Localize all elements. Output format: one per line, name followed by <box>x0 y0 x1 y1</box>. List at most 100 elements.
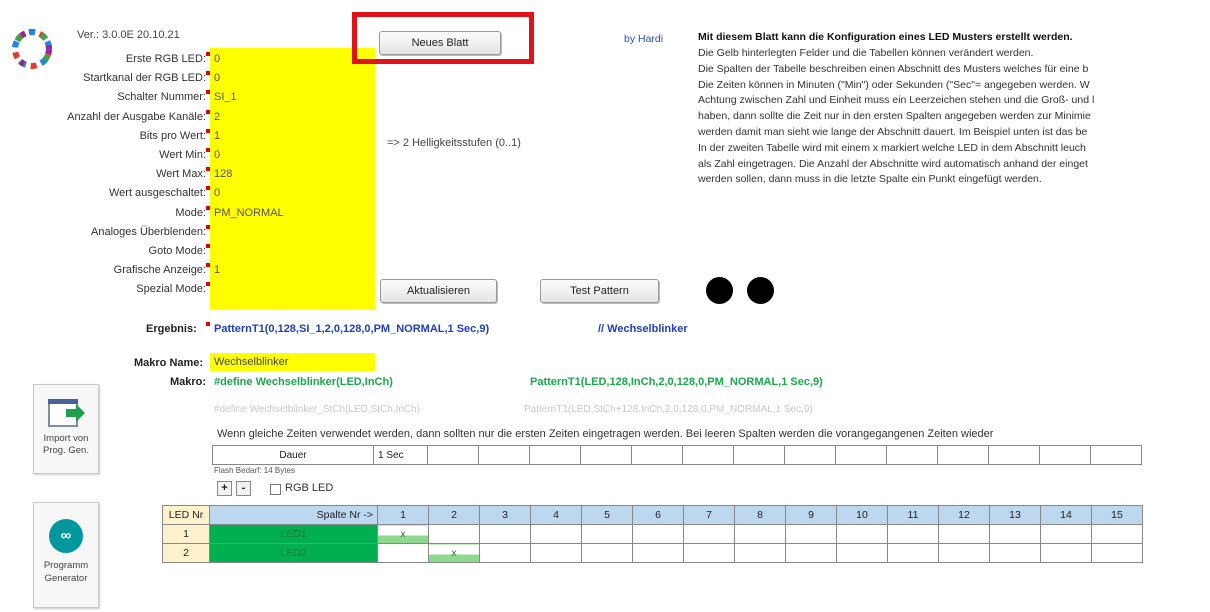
led-mark-cell[interactable]: x <box>377 524 429 544</box>
duration-label: Dauer <box>212 445 374 465</box>
column-header: 6 <box>632 505 684 525</box>
led-mark-cell[interactable] <box>530 524 582 544</box>
macro-pattern: PatternT1(LED,128,InCh,2,0,128,0,PM_NORM… <box>530 376 823 388</box>
comment-marker <box>206 71 210 75</box>
led-mark-cell[interactable] <box>989 543 1041 563</box>
led-mark-cell[interactable] <box>632 543 684 563</box>
led-mark-cell[interactable] <box>734 524 786 544</box>
column-header: 10 <box>836 505 888 525</box>
led-mark-cell[interactable] <box>1040 524 1092 544</box>
column-header: 12 <box>938 505 990 525</box>
column-header: 13 <box>989 505 1041 525</box>
result-comment: // Wechselblinker <box>598 323 688 335</box>
led-mark-cell[interactable] <box>785 543 837 563</box>
new-sheet-button[interactable]: Neues Blatt <box>379 31 501 55</box>
led-mark-cell[interactable] <box>785 524 837 544</box>
info-line: Achtung zwischen Zahl und Einheit muss e… <box>698 94 1095 107</box>
led-mark-cell[interactable] <box>428 524 480 544</box>
config-value[interactable]: 0 <box>214 53 220 65</box>
config-label: Bits pro Wert: <box>139 130 206 142</box>
duration-cell[interactable] <box>682 445 734 465</box>
led-mark-cell[interactable] <box>683 543 735 563</box>
macro-label: Makro: <box>170 376 207 388</box>
duration-cell[interactable] <box>580 445 632 465</box>
brightness-note: => 2 Helligkeitsstufen (0..1) <box>387 137 521 149</box>
config-value[interactable]: SI_1 <box>214 91 237 103</box>
led-mark-cell[interactable] <box>581 524 633 544</box>
generator-label: Programm Generator <box>43 560 89 584</box>
config-value[interactable]: 0 <box>214 72 220 84</box>
config-label: Wert ausgeschaltet: <box>108 187 206 199</box>
import-prog-gen-button[interactable]: Import von Prog. Gen. <box>33 384 99 474</box>
led-mark-cell[interactable] <box>887 543 939 563</box>
macro-define: #define Wechselblinker(LED,InCh) <box>214 376 393 388</box>
plus-button[interactable]: + <box>217 481 232 496</box>
info-line: werden damit man sieht wie lange der Abs… <box>698 126 1088 138</box>
comment-marker <box>206 225 210 229</box>
led-mark-cell[interactable] <box>836 543 888 563</box>
config-label: Analoges Überblenden: <box>91 226 206 238</box>
duration-cell[interactable] <box>886 445 938 465</box>
duration-cell[interactable] <box>733 445 785 465</box>
led-mark-cell[interactable] <box>836 524 888 544</box>
duration-cell[interactable] <box>631 445 683 465</box>
duration-cell[interactable] <box>937 445 989 465</box>
led-mark-cell[interactable] <box>938 524 990 544</box>
duration-cell[interactable] <box>478 445 530 465</box>
led-mark-cell[interactable] <box>938 543 990 563</box>
led-mark-cell[interactable] <box>377 543 429 563</box>
led-mark-cell[interactable] <box>887 524 939 544</box>
macro-define-stch: #define Wechselblinker_StCh(LED,StCh,InC… <box>214 404 421 415</box>
config-value[interactable]: 1 <box>214 130 220 142</box>
led-mark-cell[interactable] <box>989 524 1041 544</box>
led-mark-cell[interactable] <box>479 543 531 563</box>
column-nr-header: Spalte Nr -> <box>209 505 378 525</box>
led-mark-cell[interactable] <box>1091 524 1143 544</box>
led2-indicator <box>747 277 774 304</box>
led-mark-cell[interactable] <box>581 543 633 563</box>
duration-cell[interactable] <box>1039 445 1091 465</box>
author-link[interactable]: by Hardi <box>624 33 663 45</box>
comment-marker <box>206 186 210 190</box>
duration-cell[interactable] <box>784 445 836 465</box>
led-mark-cell[interactable] <box>1040 543 1092 563</box>
program-generator-button[interactable]: ∞ Programm Generator <box>33 502 99 608</box>
info-line: In der zweiten Tabelle wird mit einem x … <box>698 141 1086 154</box>
info-title: Mit diesem Blatt kann die Konfiguration … <box>698 31 1073 43</box>
config-label: Wert Max: <box>156 168 206 180</box>
led-mark-cell[interactable] <box>479 524 531 544</box>
duration-cell[interactable] <box>427 445 479 465</box>
rgb-led-checkbox[interactable] <box>270 484 281 495</box>
led-mark-cell[interactable] <box>530 543 582 563</box>
led-mark-cell[interactable] <box>734 543 786 563</box>
led-name[interactable]: LED2 <box>209 543 378 563</box>
led-name[interactable]: LED1 <box>209 524 378 544</box>
config-value[interactable]: 2 <box>214 111 220 123</box>
config-value[interactable]: 0 <box>214 149 220 161</box>
led-mark-cell[interactable] <box>632 524 684 544</box>
duration-cell-1[interactable]: 1 Sec <box>373 445 428 465</box>
update-button[interactable]: Aktualisieren <box>380 279 497 303</box>
led-mark-cell[interactable] <box>683 524 735 544</box>
column-header: 4 <box>530 505 582 525</box>
led-mark-cell[interactable] <box>1091 543 1143 563</box>
config-value[interactable]: 0 <box>214 187 220 199</box>
config-value[interactable]: PM_NORMAL <box>214 207 284 219</box>
led-mark-cell[interactable]: x <box>428 543 480 563</box>
comment-marker <box>206 206 210 210</box>
duration-cell[interactable] <box>988 445 1040 465</box>
macro-name-input[interactable]: Wechselblinker <box>210 353 375 371</box>
comment-marker <box>206 129 210 133</box>
info-line: Die Spalten der Tabelle beschreiben eine… <box>698 62 1089 75</box>
config-value[interactable]: 1 <box>214 264 220 276</box>
info-line: werden sollen, dann muss in die letzte S… <box>698 173 1042 186</box>
config-value[interactable]: 128 <box>214 168 232 180</box>
minus-button[interactable]: - <box>236 481 251 496</box>
test-pattern-button[interactable]: Test Pattern <box>540 279 659 303</box>
comment-marker <box>206 90 210 94</box>
duration-cell[interactable] <box>529 445 581 465</box>
flash-note: Flash Bedarf: 14 Bytes <box>214 466 295 475</box>
duration-cell[interactable] <box>835 445 887 465</box>
column-header: 11 <box>887 505 939 525</box>
duration-cell[interactable] <box>1090 445 1142 465</box>
